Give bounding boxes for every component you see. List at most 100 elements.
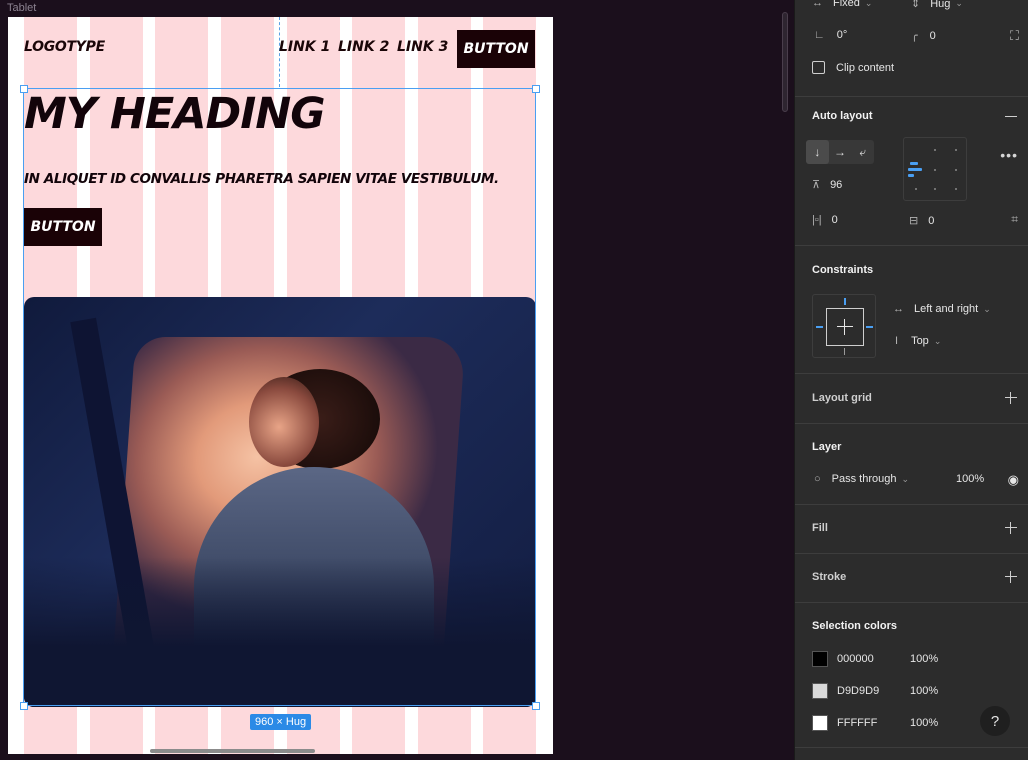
color-opacity: 100% <box>910 685 939 697</box>
nav-link-2[interactable]: LINK 2 <box>338 39 389 55</box>
layer-section: Layer ○ Pass through ⌄ 100% ◉ <box>795 424 1028 505</box>
horizontal-scrollbar[interactable] <box>150 749 315 753</box>
frame-section: ↔ Fixed ⌄ ⇕ Hug ⌄ ∟ 0° ╭ 0 ⛶ Clip conten… <box>795 0 1028 97</box>
selection-color-row[interactable]: FFFFFF 100% <box>812 715 938 731</box>
resize-handle-bottom-right[interactable] <box>532 702 540 710</box>
color-hex: FFFFFF <box>837 717 878 729</box>
color-hex: D9D9D9 <box>837 685 880 697</box>
auto-layout-title: Auto layout <box>812 110 873 122</box>
selection-color-row[interactable]: D9D9D9 100% <box>812 683 938 699</box>
align-indicator <box>908 174 914 177</box>
align-indicator <box>908 168 922 171</box>
visibility-eye-icon[interactable]: ◉ <box>1008 472 1019 488</box>
frame-name-label[interactable]: Tablet <box>7 2 36 14</box>
vertical-constraint-icon: I <box>895 335 899 347</box>
fill-section: Fill <box>795 505 1028 554</box>
width-sizing-value: Fixed <box>833 0 860 9</box>
blend-mode-icon: ○ <box>814 473 821 485</box>
align-dot <box>934 188 936 190</box>
vertical-resize-icon: ⇕ <box>911 0 921 10</box>
chevron-down-icon: ⌄ <box>933 335 942 346</box>
layout-grid-section: Layout grid <box>795 374 1028 424</box>
more-options-icon[interactable]: ••• <box>1000 147 1018 163</box>
horizontal-constraint-icon: ↔ <box>893 303 904 315</box>
design-canvas[interactable]: Tablet LOGOTYPE LINK 1 LINK 2 LINK 3 BUT… <box>0 0 794 760</box>
add-fill-icon[interactable] <box>1005 522 1017 534</box>
independent-corners-icon[interactable]: ⛶ <box>1010 28 1019 44</box>
layout-direction-group: ↓ → ⤶ <box>806 140 874 164</box>
direction-vertical-button[interactable]: ↓ <box>806 140 829 164</box>
constraint-bottom-indicator[interactable] <box>844 348 845 355</box>
constraint-widget[interactable] <box>812 294 876 358</box>
rotation-field[interactable]: ∟ 0° <box>814 29 847 41</box>
chevron-down-icon: ⌄ <box>955 0 963 8</box>
resize-handle-bottom-left[interactable] <box>20 702 28 710</box>
chevron-down-icon: ⌄ <box>864 0 873 8</box>
remove-auto-layout-icon[interactable] <box>1005 116 1017 117</box>
horizontal-padding-field[interactable]: |▫| 0 <box>812 214 838 226</box>
chevron-down-icon: ⌄ <box>983 303 991 314</box>
vertical-padding-value: 0 <box>928 214 935 227</box>
align-dot <box>915 188 917 190</box>
color-swatch[interactable] <box>812 683 828 699</box>
color-hex: 000000 <box>837 653 874 665</box>
horizontal-padding-icon: |▫| <box>812 214 822 226</box>
width-sizing-dropdown[interactable]: ↔ Fixed ⌄ <box>812 0 872 9</box>
constraints-title: Constraints <box>812 264 874 276</box>
horizontal-resize-icon: ↔ <box>812 0 823 9</box>
individual-padding-icon[interactable]: ⌗ <box>1011 212 1018 227</box>
color-swatch[interactable] <box>812 715 828 731</box>
align-dot <box>955 149 957 151</box>
height-sizing-value: Hug <box>930 0 951 10</box>
blend-mode-dropdown[interactable]: ○ Pass through ⌄ <box>814 473 909 485</box>
nav-link-1[interactable]: LINK 1 <box>279 39 330 55</box>
layer-opacity-field[interactable]: 100% <box>956 473 984 485</box>
constraint-right-indicator[interactable] <box>866 326 873 328</box>
color-swatch[interactable] <box>812 651 828 667</box>
height-sizing-dropdown[interactable]: ⇕ Hug ⌄ <box>911 0 963 10</box>
corner-radius-icon: ╭ <box>911 30 918 42</box>
nav-button[interactable]: BUTTON <box>457 30 535 68</box>
alignment-grid[interactable] <box>903 137 967 201</box>
clip-content-checkbox[interactable]: Clip content <box>812 61 894 74</box>
vertical-constraint-dropdown[interactable]: I Top ⌄ <box>895 335 941 347</box>
chevron-down-icon: ⌄ <box>901 473 910 484</box>
constraint-left-indicator[interactable] <box>816 326 823 328</box>
item-spacing-field[interactable]: ⊼ 96 <box>812 178 842 192</box>
direction-horizontal-button[interactable]: → <box>829 140 852 164</box>
checkbox-icon <box>812 61 825 74</box>
selection-color-row[interactable]: 000000 100% <box>812 651 938 667</box>
resize-handle-top-left[interactable] <box>20 85 28 93</box>
align-dot <box>955 169 957 171</box>
nav-link-3[interactable]: LINK 3 <box>397 39 448 55</box>
blend-mode-value: Pass through <box>831 473 897 485</box>
corner-radius-field[interactable]: ╭ 0 <box>911 29 936 43</box>
add-stroke-icon[interactable] <box>1005 571 1017 583</box>
help-button[interactable]: ? <box>980 706 1010 736</box>
constraint-top-indicator[interactable] <box>844 298 846 305</box>
align-dot <box>934 169 936 171</box>
constraint-inner-box <box>826 308 864 346</box>
properties-panel: ↔ Fixed ⌄ ⇕ Hug ⌄ ∟ 0° ╭ 0 ⛶ Clip conten… <box>794 0 1028 760</box>
align-indicator <box>910 162 918 165</box>
horizontal-constraint-dropdown[interactable]: ↔ Left and right ⌄ <box>893 303 991 315</box>
color-opacity: 100% <box>910 653 939 665</box>
layer-opacity-value: 100% <box>956 473 985 485</box>
add-layout-grid-icon[interactable] <box>1005 392 1017 404</box>
horizontal-constraint-value: Left and right <box>914 303 979 315</box>
selection-colors-title: Selection colors <box>812 620 897 632</box>
rotation-icon: ∟ <box>814 29 825 41</box>
vertical-scrollbar[interactable] <box>782 12 788 112</box>
rotation-value: 0° <box>836 29 848 41</box>
vertical-padding-icon: ⊟ <box>909 215 919 227</box>
vertical-gap-icon: ⊼ <box>812 179 821 191</box>
layer-title: Layer <box>812 441 842 453</box>
stroke-title: Stroke <box>812 571 847 583</box>
direction-wrap-button[interactable]: ⤶ <box>851 140 874 164</box>
horizontal-padding-value: 0 <box>831 214 838 226</box>
vertical-padding-field[interactable]: ⊟ 0 <box>909 214 935 228</box>
resize-handle-top-right[interactable] <box>532 85 540 93</box>
align-dot <box>934 149 936 151</box>
fill-title: Fill <box>812 522 828 534</box>
logotype[interactable]: LOGOTYPE <box>24 39 105 55</box>
